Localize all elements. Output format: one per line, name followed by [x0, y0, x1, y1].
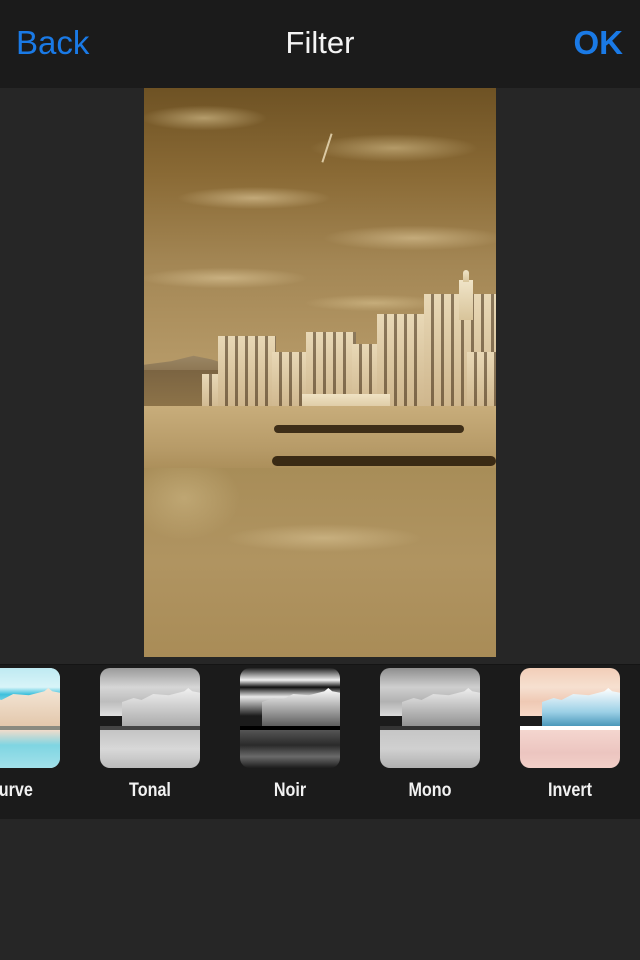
filtered-photo-preview	[144, 88, 496, 657]
ok-button[interactable]: OK	[574, 24, 624, 62]
filter-label-mono: Mono	[408, 780, 452, 801]
filter-thumbnail-noir[interactable]	[240, 668, 340, 768]
page-title: Filter	[285, 25, 355, 60]
filter-thumbnail-mono[interactable]	[380, 668, 480, 768]
filter-thumbnail-curve[interactable]	[0, 668, 60, 768]
filter-item-mono[interactable]: Mono	[380, 668, 480, 818]
bottom-empty-area	[0, 819, 640, 960]
filter-thumbnail-tonal[interactable]	[100, 668, 200, 768]
filter-label-curve: Curve	[0, 780, 33, 801]
photo-rocks	[274, 425, 464, 433]
photo-breakwater	[272, 456, 496, 466]
filter-label-invert: Invert	[548, 780, 592, 801]
photo-water	[144, 468, 496, 657]
preview-area	[0, 88, 640, 664]
filter-item-tonal[interactable]: Tonal	[100, 668, 200, 818]
filter-label-noir: Noir	[273, 780, 307, 801]
filter-label-tonal: Tonal	[129, 780, 171, 801]
filter-item-noir[interactable]: Noir	[240, 668, 340, 818]
navigation-bar: Back Filter OK	[0, 0, 640, 88]
back-button[interactable]: Back	[16, 24, 89, 62]
filter-thumbnail-invert[interactable]	[520, 668, 620, 768]
filter-strip[interactable]: Curve Tonal Noir Mono	[0, 664, 640, 819]
filter-item-curve[interactable]: Curve	[0, 668, 60, 818]
photo-town	[202, 264, 496, 414]
filter-item-invert[interactable]: Invert	[520, 668, 620, 818]
